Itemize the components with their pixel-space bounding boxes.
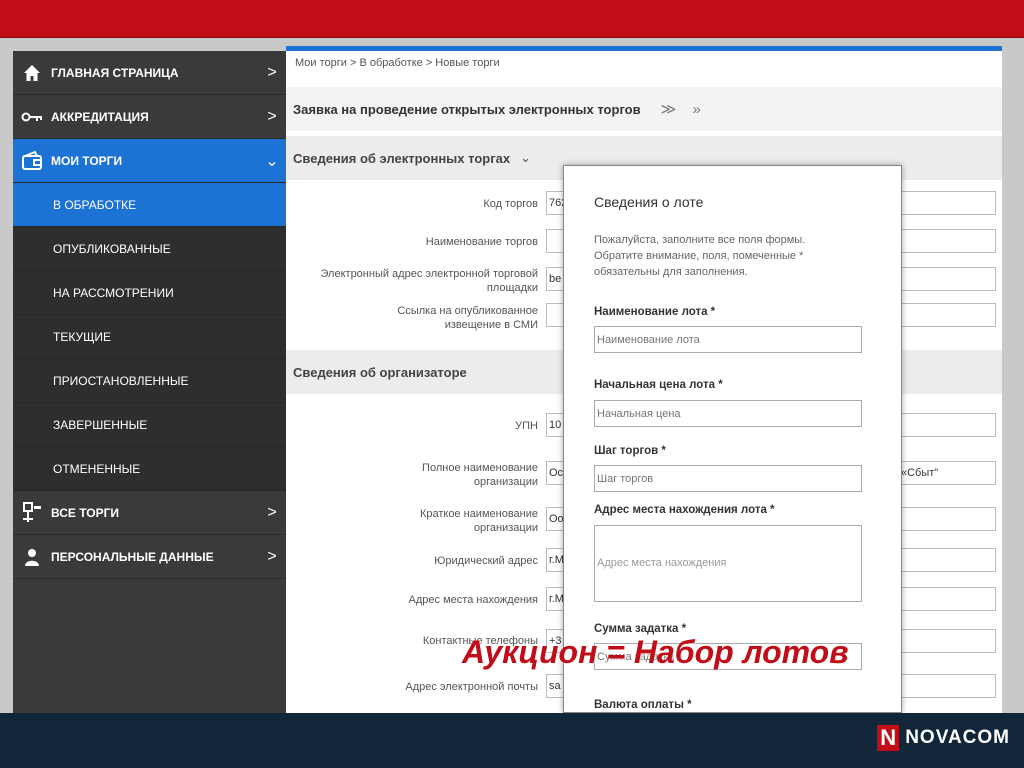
page-title-bar: Заявка на проведение открытых электронны… — [286, 87, 1002, 131]
chevron-right-icon: > — [267, 503, 277, 521]
chevron-down-icon: ⌄ — [520, 150, 531, 165]
key-icon — [13, 111, 51, 123]
sidebar-item-accreditation[interactable]: АККРЕДИТАЦИЯ > — [13, 95, 286, 139]
top-banner — [0, 0, 1024, 38]
sidebar-subitem-processing[interactable]: В ОБРАБОТКЕ — [13, 183, 286, 227]
sidebar-item-home[interactable]: ГЛАВНАЯ СТРАНИЦА > — [13, 51, 286, 95]
novacom-logo: N NOVACOM — [877, 725, 1010, 751]
chevron-down-icon: ⌄ — [265, 152, 279, 170]
modal-note: Пожалуйста, заполните все поля формы. Об… — [594, 234, 806, 278]
currency-label: Валюта оплаты * — [594, 699, 692, 711]
sidebar-subitem-suspended[interactable]: ПРИОСТАНОВЛЕННЫЕ — [13, 359, 286, 403]
lot-name-label: Наименование лота * — [594, 306, 716, 318]
field-label: Краткое наименование организации — [419, 508, 538, 534]
bid-step-label: Шаг торгов * — [594, 445, 666, 457]
lot-location-label: Адрес места нахождения лота * — [594, 504, 775, 516]
field-label: Полное наименование организации — [422, 462, 538, 488]
field-label: Электронный адрес электронной торговой п… — [320, 268, 538, 294]
sidebar-item-label: ВСЕ ТОРГИ — [51, 505, 120, 520]
field-label: Ссылка на опубликованное извещение в СМИ — [397, 305, 538, 331]
field-value-tail: «Сбыт" — [901, 467, 939, 479]
field-label: Код торгов — [483, 198, 538, 210]
bid-step-input[interactable] — [594, 465, 862, 492]
field-label: Адрес электронной почты — [405, 681, 538, 693]
field-label: Наименование торгов — [425, 236, 538, 248]
page-title: Заявка на проведение открытых электронны… — [293, 101, 641, 117]
field-label: УПН — [515, 420, 538, 432]
home-icon — [13, 64, 51, 82]
logo-letter: N — [877, 725, 900, 751]
field-label: Адрес места нахождения — [408, 594, 538, 606]
sidebar: ГЛАВНАЯ СТРАНИЦА > АККРЕДИТАЦИЯ > МОИ ТО… — [13, 51, 286, 713]
sidebar-item-label: АККРЕДИТАЦИЯ — [51, 109, 149, 124]
user-icon — [13, 548, 51, 566]
sidebar-item-all-auctions[interactable]: ВСЕ ТОРГИ > — [13, 491, 286, 535]
sidebar-item-label: ПЕРСОНАЛЬНЫЕ ДАННЫЕ — [51, 549, 214, 564]
sidebar-subitem-current[interactable]: ТЕКУЩИЕ — [13, 315, 286, 359]
start-price-input[interactable] — [594, 400, 862, 427]
breadcrumb[interactable]: Мои торги > В обработке > Новые торги — [295, 57, 500, 69]
footer-band — [0, 713, 1024, 768]
sidebar-subitem-completed[interactable]: ЗАВЕРШЕННЫЕ — [13, 403, 286, 447]
sidebar-item-label: ГЛАВНАЯ СТРАНИЦА — [51, 65, 179, 80]
sidebar-subitem-cancelled[interactable]: ОТМЕНЕННЫЕ — [13, 447, 286, 491]
lot-details-modal: Сведения о лоте Пожалуйста, заполните вс… — [563, 165, 902, 713]
sidebar-item-my-auctions[interactable]: МОИ ТОРГИ ⌄ — [13, 139, 286, 183]
sidebar-subitem-under-review[interactable]: НА РАССМОТРЕНИИ — [13, 271, 286, 315]
lot-location-textarea[interactable]: Адрес места нахождения — [594, 525, 862, 602]
section-title: Сведения об электронных торгах — [293, 150, 511, 166]
section-title: Сведения об организаторе — [293, 364, 467, 380]
chevron-right-icon: > — [267, 547, 277, 565]
sidebar-subitem-published[interactable]: ОПУБЛИКОВАННЫЕ — [13, 227, 286, 271]
expand-actions-icon[interactable]: ≫ » — [661, 100, 707, 118]
wallet-icon — [13, 150, 51, 171]
lot-name-input[interactable] — [594, 326, 862, 353]
slide-caption: Аукцион = Набор лотов — [462, 634, 849, 670]
hierarchy-icon — [13, 501, 51, 524]
chevron-right-icon: > — [267, 63, 277, 81]
start-price-label: Начальная цена лота * — [594, 379, 723, 391]
sidebar-item-label: МОИ ТОРГИ — [51, 153, 123, 168]
field-value: Ос — [549, 467, 564, 479]
chevron-right-icon: > — [267, 107, 277, 125]
modal-title: Сведения о лоте — [594, 194, 704, 210]
sidebar-item-personal-data[interactable]: ПЕРСОНАЛЬНЫЕ ДАННЫЕ > — [13, 535, 286, 579]
field-label: Юридический адрес — [434, 555, 538, 567]
logo-text: NOVACOM — [905, 727, 1010, 748]
